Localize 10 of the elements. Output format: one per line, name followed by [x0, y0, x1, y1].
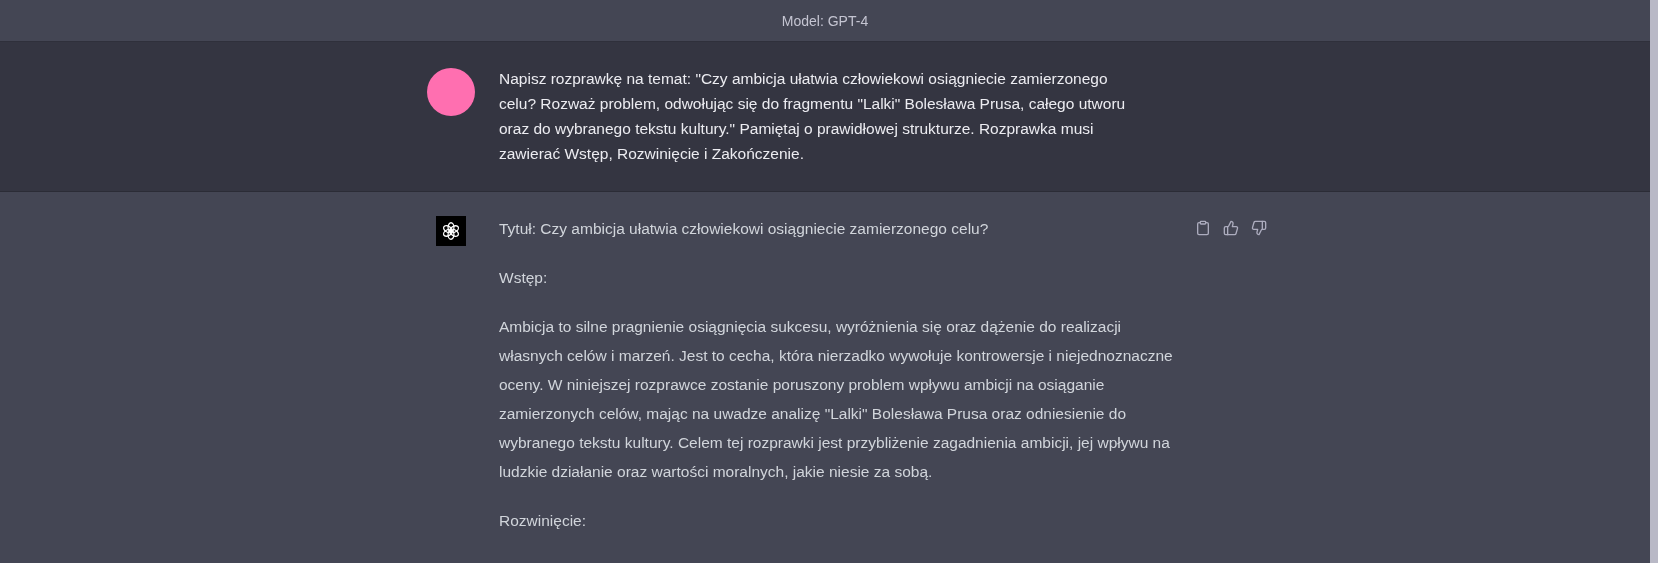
model-label: Model: GPT-4 [781, 12, 869, 29]
assistant-logo-icon [436, 216, 466, 246]
message-text: Ambicja to silne pragnienie osiągnięcia sukcesu, wyróżnienia się oraz dążenie do realizacji własnych celów i marzeń. Jest to cecha, która nierzadko wywołuje kontrowersje i niejednoznaczne oceny. W niniejszej rozprawce zostanie poruszony problem wpływu ambicji na osiąganie zamierzonych celów, mając na uwadze analizę "Lalki" Bolesława Prusa oraz odniesienie do wybranego tekstu kultury. Celem tej rozprawki jest przybliżenie zagadnienia ambicji, jej wpływu na ludzkie działanie oraz wartości moralnych, jakie niesie za sobą. [499, 317, 1174, 482]
scrollbar[interactable] [1650, 0, 1658, 563]
message-text: Rozwinięcie: [499, 511, 587, 531]
message-text: Tytuł: Czy ambicja ułatwia człowiekowi osiągniecie zamierzonego celu? [499, 219, 990, 239]
message-text: Napisz rozprawkę na temat: "Czy ambicja ułatwia człowiekowi osiągniecie zamierzonego celu? Rozważ problem, odwołując się do fragmentu "Lalki" Bolesława Prusa, całego utworu oraz do wybranego tekstu kultury." Pamiętaj o prawidłowej strukturze. Rozprawka musi zawierać Wstęp, Rozwinięcie i Zakończenie. [499, 69, 1127, 164]
thumbs-up-icon[interactable] [1221, 218, 1241, 238]
thumbs-down-icon[interactable] [1249, 218, 1269, 238]
message-text: Wstęp: [499, 268, 549, 288]
